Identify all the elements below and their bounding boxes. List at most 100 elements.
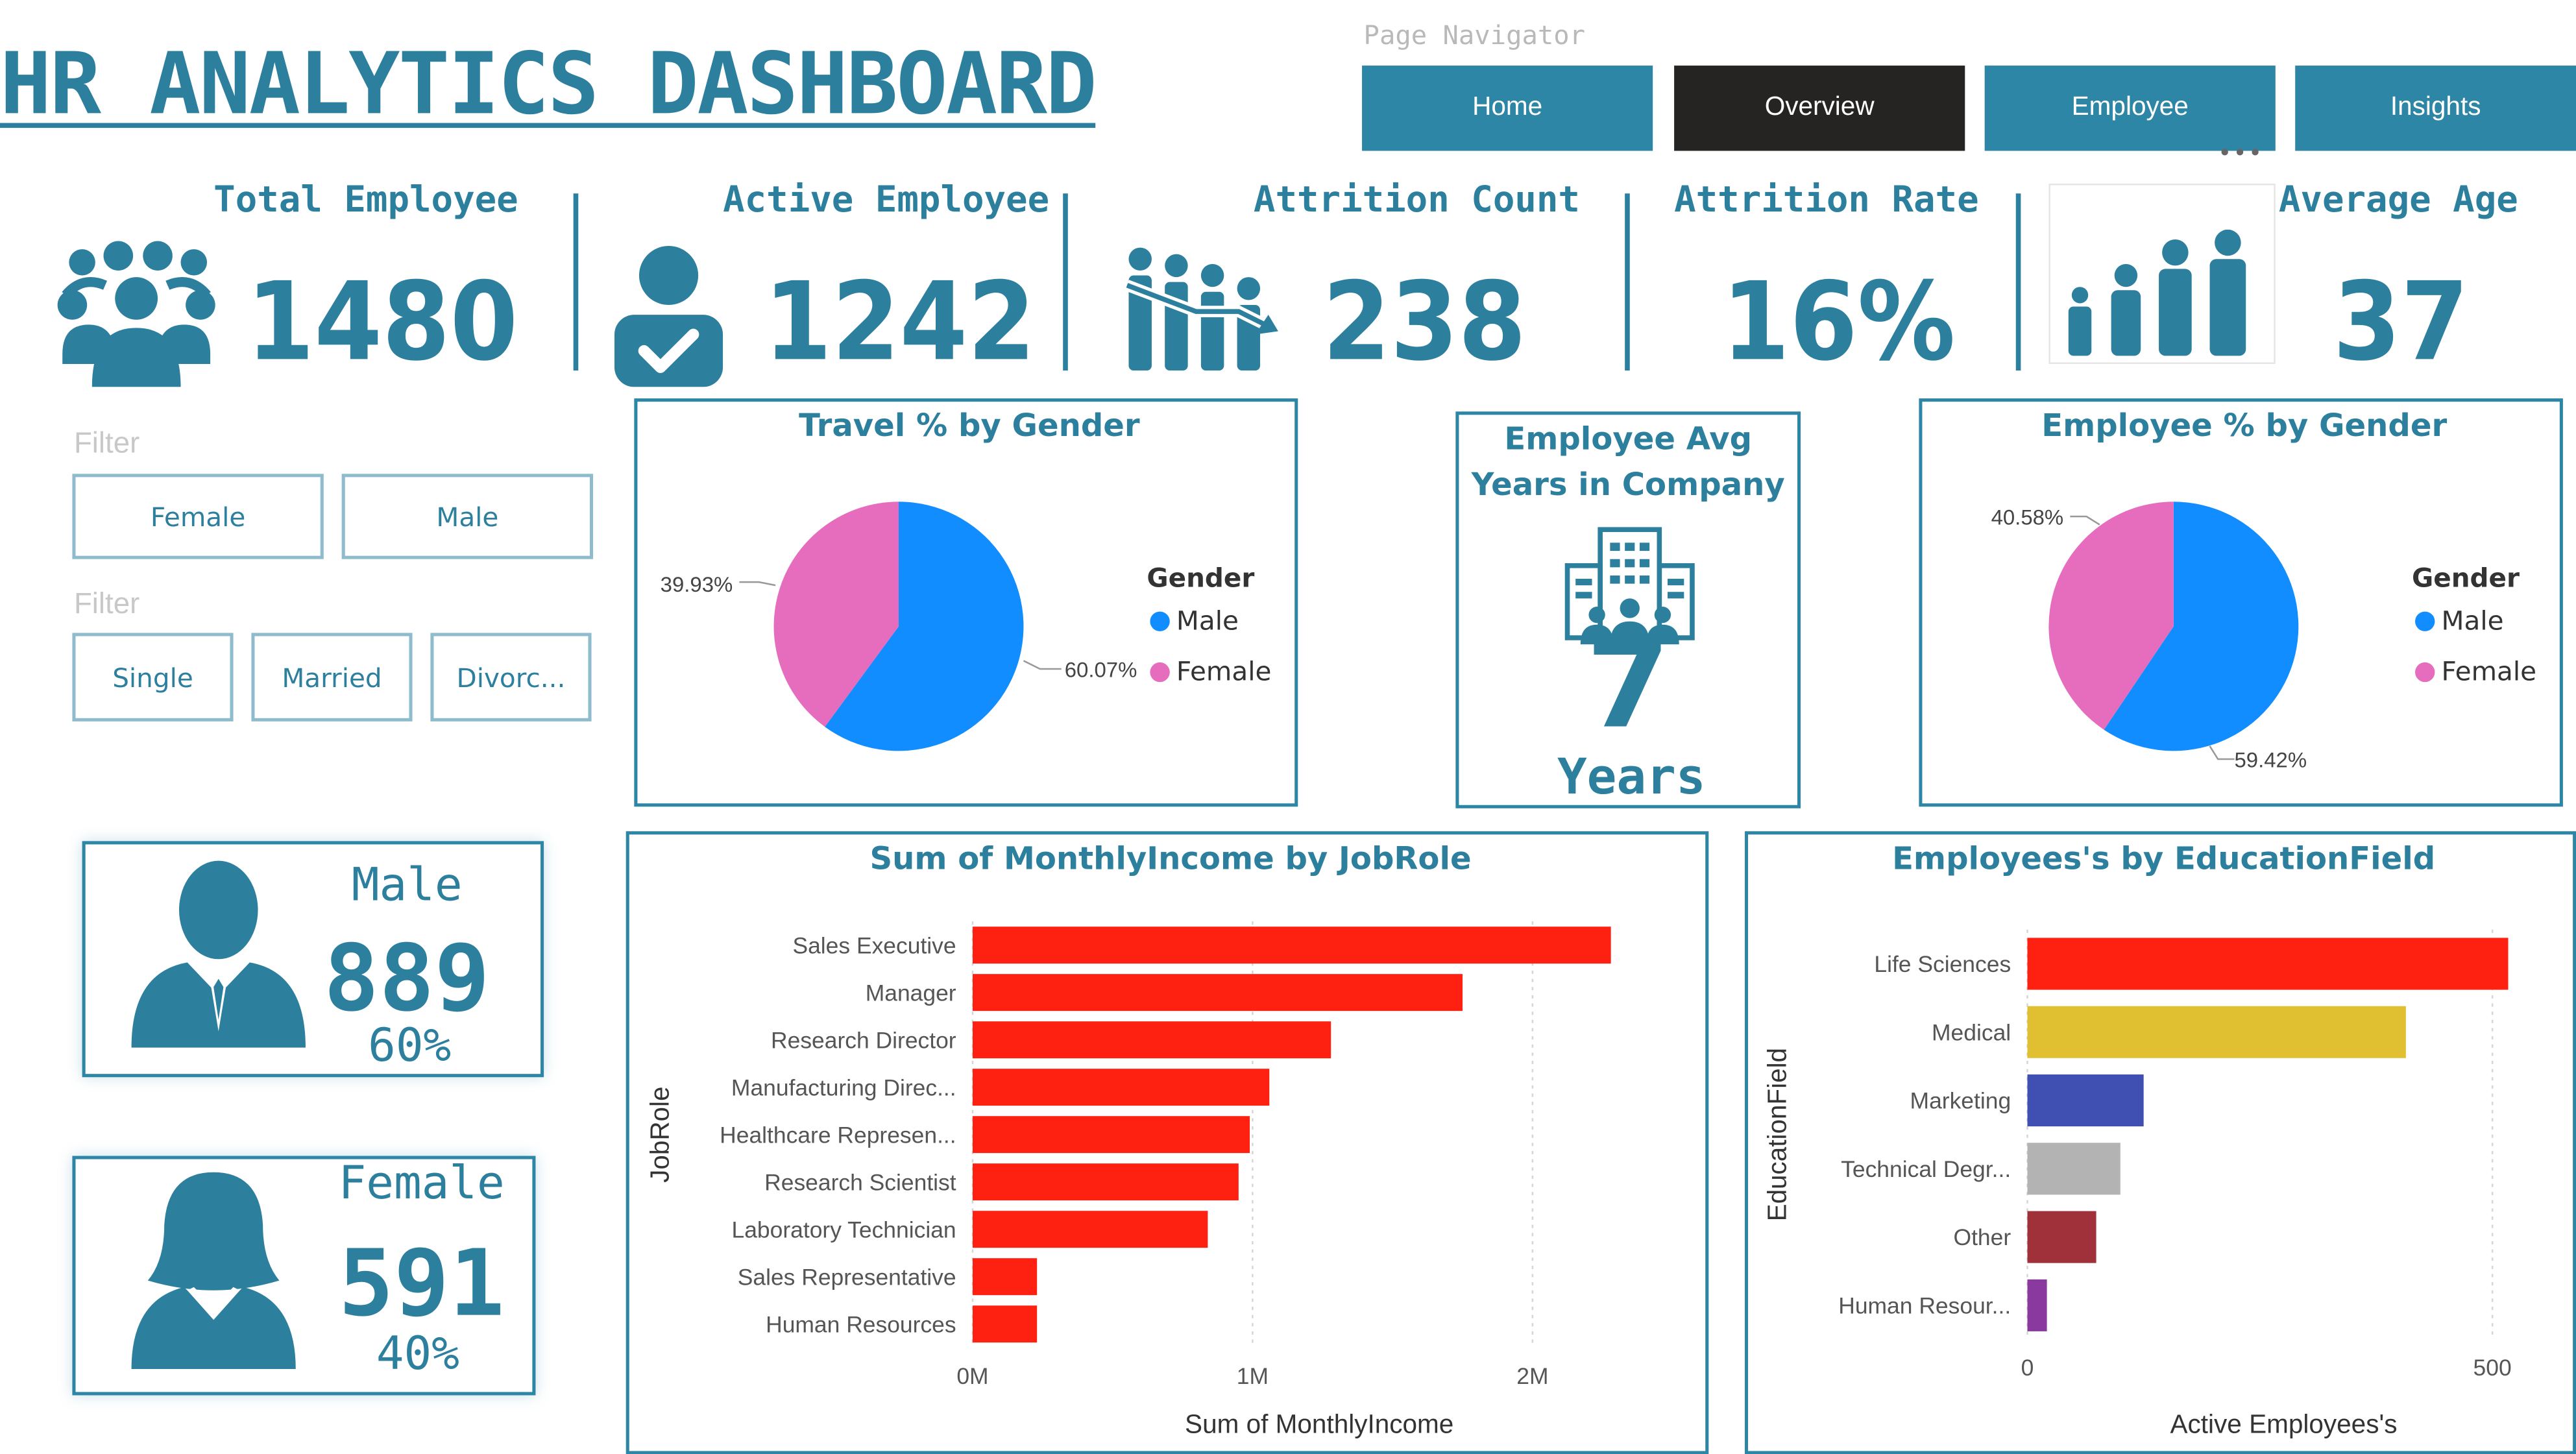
female-swatch-icon — [2415, 661, 2435, 681]
y-tick-label: Research Director — [771, 1027, 956, 1053]
nav-home-button[interactable]: Home — [1362, 66, 1653, 151]
legend-item-male[interactable]: Male — [1150, 605, 1239, 636]
filter-married-button[interactable]: Married — [251, 633, 413, 721]
legend-title: Gender — [1147, 562, 1255, 594]
nav-insights-button[interactable]: Insights — [2295, 66, 2576, 151]
pie-leader-line — [1023, 660, 1062, 670]
bar[interactable] — [972, 1116, 1250, 1154]
bar[interactable] — [972, 1211, 1208, 1248]
male-swatch-icon — [2415, 611, 2435, 631]
male-count-card: Male 889 60% — [82, 841, 544, 1078]
family-age-icon — [2068, 229, 2246, 356]
male-count-value: 889 — [323, 926, 490, 1034]
y-tick-label: Life Sciences — [1874, 951, 2011, 977]
kpi-divider — [2015, 193, 2021, 371]
bar[interactable] — [972, 927, 1611, 964]
bar[interactable] — [972, 1163, 1239, 1201]
bar[interactable] — [972, 1021, 1331, 1059]
attrition-count-label: Attrition Count — [1253, 180, 1580, 222]
average-age-value: 37 — [2333, 259, 2469, 385]
bar[interactable] — [2027, 1279, 2047, 1331]
avg-years-title-line2: Years in Company — [1471, 467, 1785, 503]
bar[interactable] — [2027, 1006, 2406, 1058]
legend-item-female[interactable]: Female — [2415, 656, 2536, 687]
kpi-divider — [1063, 193, 1068, 371]
y-tick-label: Sales Executive — [792, 932, 956, 958]
total-employee-value: 1480 — [246, 259, 518, 385]
travel-gender-chart-card: Travel % by Gender 60.07% 39.93% Gender M… — [634, 398, 1298, 807]
pie-leader-line — [2209, 745, 2235, 760]
filter-divorced-button[interactable]: Divorc... — [430, 633, 592, 721]
income-jobrole-chart-card: Sum of MonthlyIncome by JobRole 0M 1M 2M Sa… — [626, 831, 1709, 1454]
attrition-count-value: 238 — [1322, 259, 1527, 385]
travel-gender-pie-chart: 60.07% 39.93% — [661, 502, 1137, 751]
total-employee-label: Total Employee — [213, 180, 518, 222]
bar[interactable] — [972, 974, 1463, 1012]
active-employee-value: 1242 — [764, 259, 1036, 385]
pie-data-label: 60.07% — [1065, 658, 1137, 682]
avg-years-value: 7 — [1586, 614, 1671, 756]
employee-check-icon — [614, 246, 723, 387]
page-navigator-label: Page Navigator — [1363, 19, 1586, 51]
male-swatch-icon — [1150, 611, 1170, 631]
attrition-rate-value: 16% — [1721, 259, 1956, 385]
filter-single-button[interactable]: Single — [72, 633, 234, 721]
bar[interactable] — [972, 1258, 1038, 1296]
legend-item-female[interactable]: Female — [1150, 656, 1271, 687]
employee-gender-chart-card: Employee % by Gender 59.42% 40.58% Gender… — [1919, 398, 2563, 807]
pie-data-label: 40.58% — [1991, 505, 2064, 529]
female-person-icon — [131, 1172, 296, 1370]
nav-employee-button[interactable]: Employee — [1984, 66, 2276, 151]
y-tick-label: Technical Degr... — [1841, 1156, 2011, 1182]
y-tick-label: Human Resources — [766, 1311, 956, 1337]
y-tick-label: Other — [1954, 1224, 2011, 1250]
y-tick-label: Manufacturing Direc... — [731, 1074, 956, 1100]
kpi-divider — [573, 193, 579, 371]
filter-male-button[interactable]: Male — [341, 474, 594, 559]
female-count-value: 591 — [338, 1231, 505, 1339]
avg-years-title-line1: Employee Avg — [1504, 421, 1753, 458]
filter-female-button[interactable]: Female — [72, 474, 324, 559]
y-tick-label: Human Resour... — [1838, 1293, 2011, 1319]
avg-years-unit: Years — [1557, 749, 1706, 807]
attrition-people-icon — [1124, 247, 1278, 371]
marital-filter-label: Filter — [73, 587, 140, 620]
more-options-icon[interactable]: ••• — [2218, 141, 2263, 167]
y-tick-label: Laboratory Technician — [732, 1217, 956, 1242]
bar[interactable] — [2027, 1143, 2120, 1195]
x-axis-label: Sum of MonthlyIncome — [1185, 1409, 1453, 1439]
x-axis-label: Active Employees's — [2170, 1409, 2398, 1439]
avg-years-card: Employee Avg Years in Company 7 Years — [1455, 411, 1801, 808]
y-axis-label: EducationField — [1762, 1048, 1792, 1221]
y-axis-label: JobRole — [644, 1087, 674, 1183]
y-tick-label: Marketing — [1910, 1088, 2011, 1114]
education-field-chart-card: Employees's by EducationField 0 500 Life S… — [1744, 831, 2576, 1454]
pie-data-label: 39.93% — [661, 572, 733, 596]
y-tick-label: Manager — [866, 980, 956, 1006]
y-tick-label: Medical — [1932, 1019, 2011, 1045]
pie-data-label: 59.42% — [2235, 748, 2307, 772]
x-tick-label: 0 — [2021, 1355, 2034, 1381]
education-field-bar-chart: 0 500 Life Sciences Medical Marketing Technic… — [1762, 929, 2512, 1439]
bar[interactable] — [2027, 1074, 2144, 1127]
pie-leader-line — [739, 581, 776, 587]
gender-filter-label: Filter — [73, 426, 140, 459]
legend-title: Gender — [2411, 562, 2520, 594]
employee-gender-pie-chart: 59.42% 40.58% — [1991, 502, 2307, 772]
male-label: Male — [351, 857, 463, 912]
bar[interactable] — [972, 1305, 1038, 1343]
income-jobrole-bar-chart: 0M 1M 2M Sales Executive Manager Research Dir… — [644, 921, 1611, 1439]
attrition-rate-label: Attrition Rate — [1674, 180, 1979, 222]
bar[interactable] — [2027, 1211, 2096, 1263]
nav-overview-button[interactable]: Overview — [1674, 66, 1965, 151]
active-employee-label: Active Employee — [723, 180, 1050, 222]
average-age-label: Average Age — [2278, 180, 2518, 222]
bar[interactable] — [972, 1069, 1270, 1106]
x-tick-label: 1M — [1237, 1363, 1269, 1389]
bar[interactable] — [2027, 938, 2509, 990]
kpi-divider — [1625, 193, 1630, 371]
pie-leader-line — [2070, 515, 2100, 526]
female-swatch-icon — [1150, 661, 1170, 681]
legend-item-male[interactable]: Male — [2415, 605, 2504, 636]
group-people-icon — [57, 241, 215, 387]
